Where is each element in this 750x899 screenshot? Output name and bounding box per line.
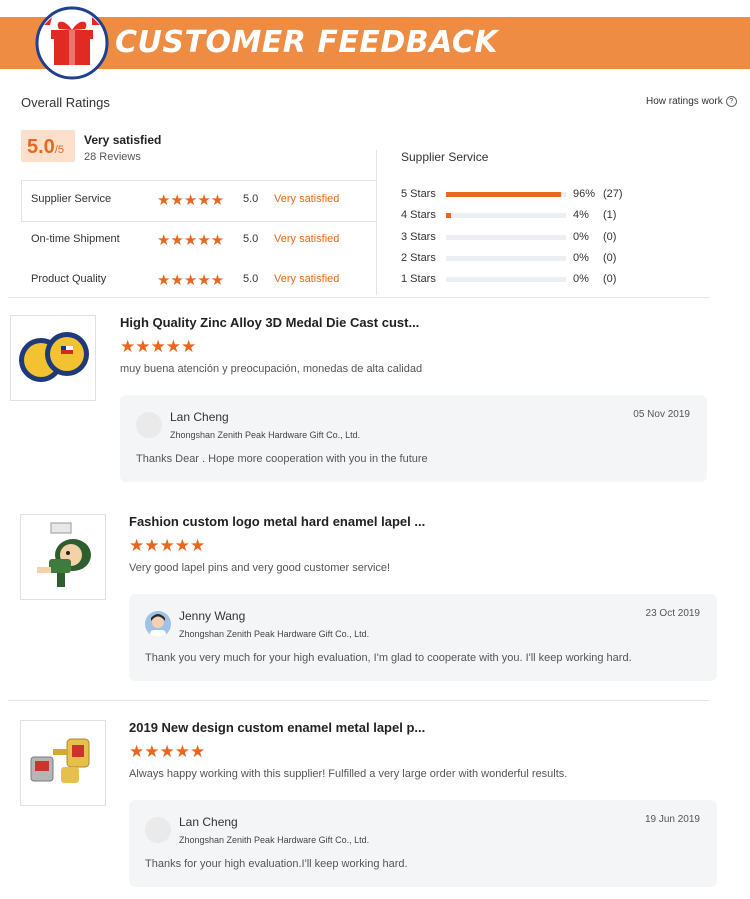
distribution-percent: 96% <box>573 188 596 200</box>
star-level-label: 3 Stars <box>401 231 436 243</box>
how-ratings-work-label[interactable]: How ratings work <box>646 96 723 107</box>
lapel-pin-image <box>37 522 91 587</box>
ratings-title: Overall Ratings <box>21 95 110 110</box>
category-row: On-time Shipment ★★★★★ 5.0 Very satisfie… <box>21 220 376 260</box>
product-title-link[interactable]: 2019 New design custom enamel metal lape… <box>129 720 425 735</box>
help-icon[interactable]: ? <box>725 96 737 107</box>
star-distribution-row: 1 Stars 0% (0) <box>401 272 641 288</box>
distribution-bar <box>446 256 566 261</box>
category-label: On-time Shipment <box>31 233 120 245</box>
category-score: 5.0 <box>243 233 259 245</box>
reply-author: Lan Cheng <box>170 410 229 424</box>
review-text: Always happy working with this supplier!… <box>129 768 568 780</box>
product-thumbnail[interactable] <box>10 315 96 401</box>
banner-title: CUSTOMER FEEDBACK <box>115 25 499 60</box>
section-divider <box>8 700 709 701</box>
product-thumbnail[interactable] <box>20 720 106 806</box>
category-status: Very satisfied <box>274 193 340 205</box>
supplier-reply: Jenny Wang Zhongshan Zenith Peak Hardwar… <box>129 594 717 681</box>
score-denominator: /5 <box>54 144 64 156</box>
distribution-bar <box>446 235 566 240</box>
category-score: 5.0 <box>243 193 259 205</box>
enamel-pins-image <box>30 738 90 783</box>
reviews-count: 28 Reviews <box>84 151 141 163</box>
star-level-label: 1 Stars <box>401 273 436 285</box>
how-ratings-work-link[interactable]: How ratings work? <box>646 96 737 107</box>
reply-author: Jenny Wang <box>179 609 246 623</box>
distribution-bar <box>446 192 566 197</box>
distribution-bar <box>446 213 566 218</box>
distribution-count: (27) <box>603 188 623 200</box>
reply-company: Zhongshan Zenith Peak Hardware Gift Co.,… <box>179 835 370 845</box>
reply-company: Zhongshan Zenith Peak Hardware Gift Co.,… <box>170 430 361 440</box>
supplier-service-title: Supplier Service <box>401 150 489 164</box>
star-distribution-row: 2 Stars 0% (0) <box>401 251 641 267</box>
reply-date: 19 Jun 2019 <box>644 814 700 825</box>
distribution-bar <box>446 277 566 282</box>
review-text: Very good lapel pins and very good custo… <box>129 562 391 574</box>
review-stars-icon: ★★★★★ <box>120 337 197 356</box>
distribution-percent: 0% <box>573 273 589 285</box>
product-thumbnail[interactable] <box>20 514 106 600</box>
review-item: 2019 New design custom enamel metal lape… <box>20 720 720 890</box>
category-status: Very satisfied <box>274 273 340 285</box>
gift-logo-icon <box>35 6 109 80</box>
star-rating-icon: ★★★★★ <box>157 232 225 249</box>
star-level-label: 5 Stars <box>401 188 436 200</box>
category-status: Very satisfied <box>274 233 340 245</box>
avatar <box>145 817 171 843</box>
distribution-bar-fill <box>446 192 562 197</box>
divider <box>376 150 377 295</box>
distribution-count: (0) <box>603 252 617 264</box>
review-text: muy buena atención y preocupación, moned… <box>120 363 423 375</box>
product-title-link[interactable]: Fashion custom logo metal hard enamel la… <box>129 514 425 529</box>
distribution-count: (1) <box>603 209 617 221</box>
review-stars-icon: ★★★★★ <box>129 742 206 761</box>
overall-satisfaction: Very satisfied <box>84 133 162 147</box>
section-divider <box>8 297 709 298</box>
star-distribution-row: 5 Stars 96% (27) <box>401 187 641 203</box>
product-title-link[interactable]: High Quality Zinc Alloy 3D Medal Die Cas… <box>120 315 419 330</box>
distribution-percent: 0% <box>573 231 589 243</box>
supplier-reply: Lan Cheng Zhongshan Zenith Peak Hardware… <box>120 395 707 482</box>
star-level-label: 4 Stars <box>401 209 436 221</box>
distribution-count: (0) <box>603 231 617 243</box>
review-item: Fashion custom logo metal hard enamel la… <box>20 514 720 684</box>
avatar <box>136 412 162 438</box>
user-photo-icon <box>145 611 171 637</box>
category-label: Supplier Service <box>31 193 112 205</box>
score-badge: 5.0/5 <box>21 130 75 162</box>
star-distribution-row: 4 Stars 4% (1) <box>401 208 641 224</box>
category-label: Product Quality <box>31 273 107 285</box>
reply-message: Thanks for your high evaluation.I'll kee… <box>145 858 408 870</box>
category-row: Supplier Service ★★★★★ 5.0 Very satisfie… <box>21 180 376 220</box>
distribution-percent: 4% <box>573 209 589 221</box>
distribution-percent: 0% <box>573 252 589 264</box>
reply-message: Thank you very much for your high evalua… <box>145 652 632 664</box>
distribution-count: (0) <box>603 273 617 285</box>
star-rating-icon: ★★★★★ <box>157 272 225 289</box>
avatar <box>145 611 171 637</box>
star-distribution-row: 3 Stars 0% (0) <box>401 230 641 246</box>
category-row: Product Quality ★★★★★ 5.0 Very satisfied <box>21 260 376 300</box>
review-item: High Quality Zinc Alloy 3D Medal Die Cas… <box>10 315 710 485</box>
overall-score: 5.0 <box>27 136 55 158</box>
star-rating-icon: ★★★★★ <box>157 192 225 209</box>
reply-company: Zhongshan Zenith Peak Hardware Gift Co.,… <box>179 629 370 639</box>
review-stars-icon: ★★★★★ <box>129 536 206 555</box>
reply-message: Thanks Dear . Hope more cooperation with… <box>136 453 428 465</box>
reply-date: 05 Nov 2019 <box>633 409 690 420</box>
star-level-label: 2 Stars <box>401 252 436 264</box>
reply-date: 23 Oct 2019 <box>645 608 700 619</box>
medal-coins-image <box>19 332 89 382</box>
category-score: 5.0 <box>243 273 259 285</box>
reply-author: Lan Cheng <box>179 815 238 829</box>
supplier-reply: Lan Cheng Zhongshan Zenith Peak Hardware… <box>129 800 717 887</box>
distribution-bar-fill <box>446 213 451 218</box>
